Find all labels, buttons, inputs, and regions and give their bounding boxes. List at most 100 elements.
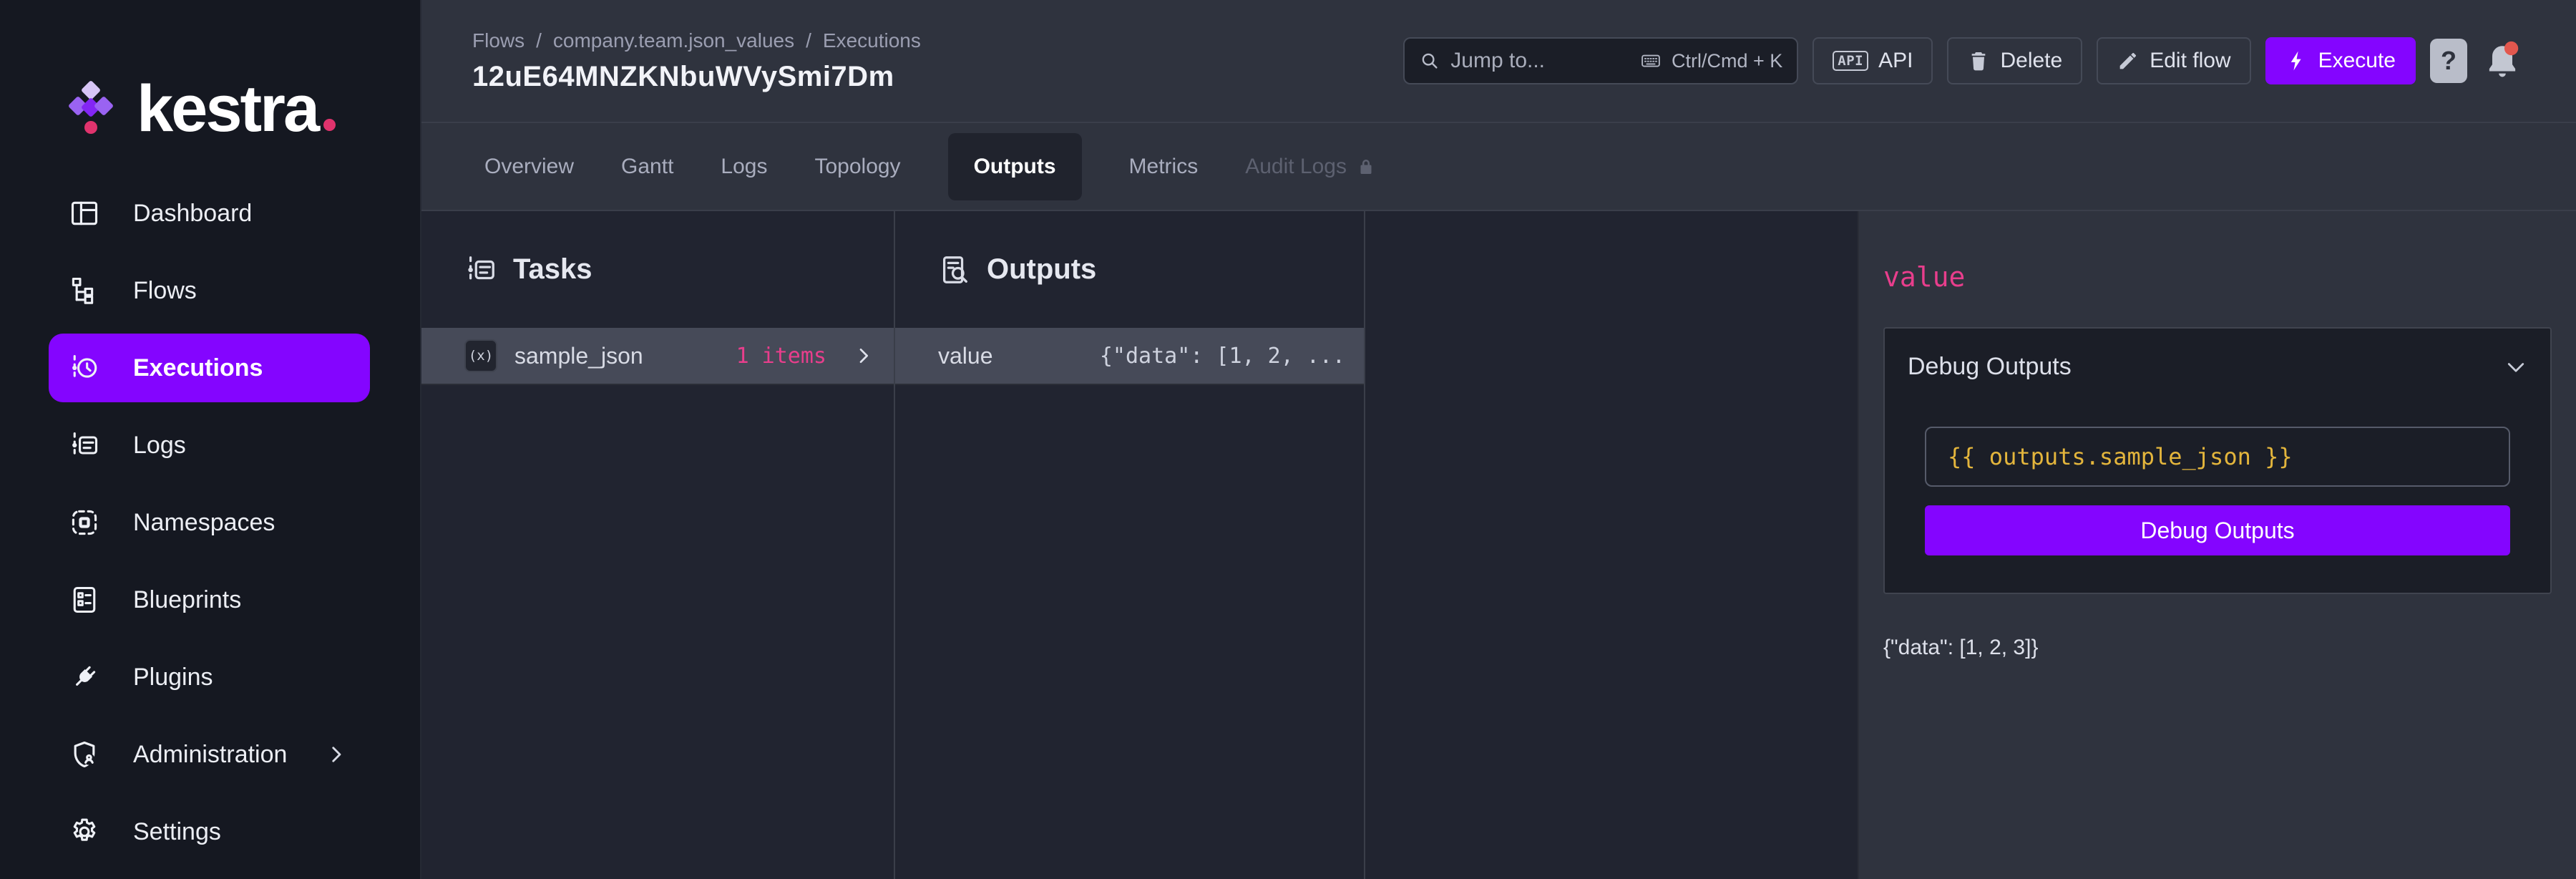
sidebar-item-label: Settings — [133, 818, 221, 846]
sidebar-item-logs[interactable]: Logs — [49, 411, 370, 480]
sidebar: kestra Dashboard Flows — [0, 0, 421, 879]
search-icon — [1419, 50, 1440, 72]
delete-button-label: Delete — [2000, 49, 2062, 73]
trash-icon — [1967, 49, 1990, 72]
tab-outputs[interactable]: Outputs — [948, 133, 1082, 200]
breadcrumb-flows[interactable]: Flows — [472, 29, 525, 52]
tasks-column-header: Tasks — [421, 211, 894, 328]
sidebar-item-label: Namespaces — [133, 509, 275, 537]
expression-input[interactable]: {{ outputs.sample_json }} — [1925, 427, 2510, 487]
search-shortcut: Ctrl/Cmd + K — [1639, 50, 1782, 72]
sidebar-item-label: Blueprints — [133, 586, 241, 614]
sidebar-item-label: Executions — [133, 354, 263, 382]
top-bar: Flows / company.team.json_values / Execu… — [421, 0, 2576, 123]
tab-metrics[interactable]: Metrics — [1129, 155, 1199, 179]
breadcrumb-separator: / — [806, 29, 811, 52]
breadcrumb-separator: / — [536, 29, 542, 52]
jump-to-search-input[interactable]: Jump to... Ctrl/Cmd + K — [1403, 37, 1798, 84]
app-window: kestra Dashboard Flows — [0, 0, 2576, 879]
debug-outputs-card-header[interactable]: Debug Outputs — [1885, 329, 2550, 398]
breadcrumb: Flows / company.team.json_values / Execu… — [472, 29, 921, 52]
timeline-text-icon — [69, 429, 100, 461]
help-button[interactable]: ? — [2430, 39, 2467, 83]
pencil-icon — [2117, 49, 2140, 72]
breadcrumb-namespace-flow[interactable]: company.team.json_values — [553, 29, 794, 52]
chevron-down-icon — [2503, 354, 2529, 380]
timeline-clock-icon — [69, 352, 100, 384]
task-name: sample_json — [514, 343, 643, 369]
notification-dot — [2504, 42, 2518, 55]
tab-audit-logs-label: Audit Logs — [1245, 155, 1347, 179]
breadcrumb-and-title: Flows / company.team.json_values / Execu… — [472, 29, 921, 93]
tab-logs[interactable]: Logs — [721, 155, 767, 179]
kestra-wordmark: kestra — [137, 72, 336, 147]
execution-tabs: Overview Gantt Logs Topology Outputs Met… — [421, 123, 2576, 211]
api-button[interactable]: API API — [1813, 37, 1933, 84]
expression-value: {{ outputs.sample_json }} — [1948, 443, 2293, 470]
notifications-button[interactable] — [2482, 38, 2523, 84]
keyboard-icon — [1639, 50, 1663, 72]
output-detail-panel: value Debug Outputs {{ outputs.sample_js… — [1859, 211, 2576, 879]
outputs-column: Outputs value {"data": [1, 2, ... — [895, 211, 1365, 879]
debug-outputs-card-title: Debug Outputs — [1908, 353, 2072, 381]
sidebar-item-blueprints[interactable]: Blueprints — [49, 565, 370, 634]
bell-icon — [2482, 38, 2523, 84]
output-value-preview: {"data": [1, 2, ... — [1100, 344, 1345, 369]
sidebar-item-dashboard[interactable]: Dashboard — [49, 179, 370, 248]
outputs-column-header: Outputs — [895, 211, 1364, 328]
cog-icon — [69, 816, 100, 848]
sidebar-item-namespaces[interactable]: Namespaces — [49, 488, 370, 557]
task-type-icon: (x) — [464, 339, 497, 372]
sidebar-item-administration[interactable]: Administration — [49, 720, 370, 789]
file-tree-icon — [69, 275, 100, 306]
help-icon: ? — [2441, 46, 2457, 76]
edit-flow-button[interactable]: Edit flow — [2097, 37, 2250, 84]
sidebar-item-label: Dashboard — [133, 200, 252, 228]
shield-account-icon — [69, 739, 100, 770]
debug-result-text: {"data": [1, 2, 3]} — [1883, 636, 2552, 660]
output-row-value[interactable]: value {"data": [1, 2, ... — [895, 328, 1364, 385]
api-button-label: API — [1878, 49, 1913, 73]
namespace-icon — [69, 507, 100, 538]
sidebar-item-label: Plugins — [133, 664, 213, 691]
main-area: Flows / company.team.json_values / Execu… — [421, 0, 2576, 879]
sidebar-nav: Dashboard Flows Executions — [0, 179, 420, 866]
sidebar-item-flows[interactable]: Flows — [49, 256, 370, 325]
sidebar-item-executions[interactable]: Executions — [49, 334, 370, 402]
tab-gantt[interactable]: Gantt — [621, 155, 673, 179]
kestra-logo[interactable]: kestra — [68, 76, 420, 142]
tab-overview[interactable]: Overview — [484, 155, 574, 179]
chevron-right-icon — [324, 742, 348, 767]
tab-topology[interactable]: Topology — [814, 155, 900, 179]
kestra-wordmark-dot — [323, 119, 336, 131]
breadcrumb-executions[interactable]: Executions — [823, 29, 921, 52]
kestra-logo-icon — [68, 79, 115, 139]
chevron-right-icon — [852, 344, 875, 367]
outputs-column-title: Outputs — [987, 253, 1096, 286]
execute-button[interactable]: Execute — [2265, 37, 2416, 84]
sidebar-item-label: Logs — [133, 432, 186, 460]
output-detail-title: value — [1883, 261, 2552, 293]
tasks-column-title: Tasks — [513, 253, 592, 286]
task-row-sample-json[interactable]: (x) sample_json 1 items — [421, 328, 894, 385]
execute-button-label: Execute — [2318, 49, 2396, 73]
search-shortcut-label: Ctrl/Cmd + K — [1672, 50, 1782, 72]
sidebar-item-label: Administration — [133, 741, 287, 769]
sidebar-item-settings[interactable]: Settings — [49, 797, 370, 866]
lock-icon — [1355, 156, 1377, 178]
tab-audit-logs[interactable]: Audit Logs — [1245, 155, 1377, 179]
debug-outputs-card: Debug Outputs {{ outputs.sample_json }} … — [1883, 327, 2552, 594]
blueprints-icon — [69, 584, 100, 616]
text-box-search-icon — [938, 253, 971, 286]
search-placeholder: Jump to... — [1450, 49, 1545, 73]
tasks-column: Tasks (x) sample_json 1 items — [421, 211, 895, 879]
timeline-text-icon — [464, 253, 497, 286]
output-key: value — [938, 343, 993, 369]
outputs-content: Tasks (x) sample_json 1 items — [421, 211, 2576, 879]
api-icon: API — [1833, 51, 1868, 71]
task-items-count: 1 items — [736, 344, 826, 369]
sidebar-item-plugins[interactable]: Plugins — [49, 643, 370, 712]
next-level-column — [1365, 211, 1859, 879]
debug-outputs-button[interactable]: Debug Outputs — [1925, 505, 2510, 555]
delete-button[interactable]: Delete — [1947, 37, 2082, 84]
